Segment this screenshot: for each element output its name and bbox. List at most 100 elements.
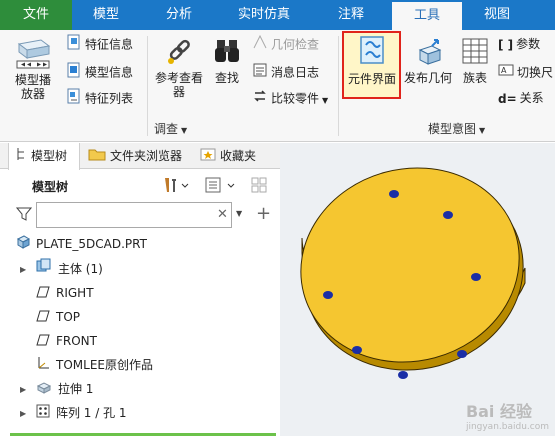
compare-parts-button[interactable]: 比较零件 ▼ xyxy=(252,88,328,108)
family-table-label: 族表 xyxy=(462,71,487,85)
tree-item-body[interactable]: ▶ 主体 (1) xyxy=(0,258,103,280)
model-info-button[interactable]: 模型信息 xyxy=(66,62,133,82)
model-tree-icon xyxy=(15,144,27,170)
chevron-down-icon: ▼ xyxy=(322,95,329,105)
model-info-label: 模型信息 xyxy=(85,65,134,80)
feature-list-button[interactable]: 特征列表 xyxy=(66,88,133,108)
ribbon: 模型播放器 特征信息 模型信息 特征列表 参考查看器 查找 几何检查 消息日志 … xyxy=(0,30,555,142)
tree-item-label: 主体 (1) xyxy=(57,262,103,276)
find-button[interactable]: 查找 xyxy=(208,36,246,85)
relations-label: 关系 xyxy=(519,91,544,105)
tree-item-label: 拉伸 1 xyxy=(57,382,94,396)
switch-dimensions-button[interactable]: A 切换尺 xyxy=(498,62,553,82)
tab-live-simulation[interactable]: 实时仿真 xyxy=(218,0,310,30)
part-model-3d[interactable] xyxy=(280,143,555,436)
body-icon xyxy=(36,258,52,281)
geometry-check-button[interactable]: 几何检查 xyxy=(252,34,319,54)
grid-filter-icon xyxy=(250,177,270,197)
component-interface-button[interactable]: 元件界面 xyxy=(344,35,400,86)
switch-dimensions-icon: A xyxy=(498,62,514,84)
relations-icon: d= xyxy=(498,91,517,106)
geometry-check-icon xyxy=(252,34,268,56)
svg-text:A: A xyxy=(501,66,507,75)
ribbon-tabbar: 文件 模型 分析 实时仿真 注释 工具 视图 xyxy=(0,0,555,30)
reference-viewer-button[interactable]: 参考查看器 xyxy=(150,36,208,99)
feature-info-button[interactable]: 特征信息 xyxy=(66,34,133,54)
model-player-label: 模型播放器 xyxy=(14,73,51,101)
model-intent-group-text: 模型意图 xyxy=(428,122,477,136)
expand-arrow-icon[interactable]: ▶ xyxy=(20,403,26,425)
message-log-icon xyxy=(252,62,268,84)
chain-link-icon xyxy=(168,39,190,64)
tab-tools[interactable]: 工具 xyxy=(392,2,462,30)
brackets-icon: [ ] xyxy=(498,37,514,52)
investigate-group-label[interactable]: 调查 ▼ xyxy=(154,120,187,137)
datum-plane-icon xyxy=(36,307,50,329)
list-view-icon xyxy=(204,177,238,197)
folder-icon xyxy=(88,144,106,170)
clear-search-icon[interactable]: ✕ xyxy=(217,207,228,222)
watermark-text: Bai 经验 xyxy=(465,402,532,421)
ribbon-separator xyxy=(338,36,339,136)
parameters-label: 参数 xyxy=(516,37,541,51)
compare-parts-label: 比较零件 xyxy=(271,91,320,106)
tree-item-plane-front[interactable]: FRONT xyxy=(0,330,97,352)
tree-item-root[interactable]: PLATE_5DCAD.PRT xyxy=(0,233,147,255)
tab-view[interactable]: 视图 xyxy=(462,0,532,30)
model-info-icon xyxy=(66,62,82,84)
chevron-down-icon[interactable]: ▼ xyxy=(236,209,242,218)
feature-list-icon xyxy=(66,88,82,110)
tree-view-button[interactable] xyxy=(204,176,238,197)
tree-settings-button[interactable] xyxy=(162,176,190,197)
binoculars-icon xyxy=(215,40,239,62)
tab-file[interactable]: 文件 xyxy=(0,0,72,30)
publish-geometry-icon xyxy=(418,39,442,65)
tab-folder-browser-label: 文件夹浏览器 xyxy=(110,149,183,163)
tab-favorites[interactable]: 收藏夹 xyxy=(200,143,256,169)
tree-item-plane-top[interactable]: TOP xyxy=(0,306,80,328)
model-tree-header: 模型树 xyxy=(32,180,69,194)
message-log-button[interactable]: 消息日志 xyxy=(252,62,319,82)
table-grid-icon xyxy=(462,38,488,64)
compare-parts-icon xyxy=(252,88,268,110)
tab-annotate[interactable]: 注释 xyxy=(310,0,392,30)
publish-geometry-button[interactable]: 发布几何 xyxy=(402,36,454,85)
graphics-viewport[interactable]: Bai 经验 jingyan.baidu.com xyxy=(280,143,555,436)
tree-item-plane-right[interactable]: RIGHT xyxy=(0,282,94,304)
tree-filter-disabled-button[interactable] xyxy=(250,176,270,197)
ribbon-separator xyxy=(147,36,148,136)
expand-arrow-icon[interactable]: ▶ xyxy=(20,379,26,401)
filter-icon[interactable] xyxy=(15,206,33,225)
reference-viewer-label: 参考查看器 xyxy=(154,71,203,99)
datum-plane-icon xyxy=(36,283,50,305)
tab-model-tree[interactable]: 模型树 xyxy=(8,143,80,170)
model-player-button[interactable]: 模型播放器 xyxy=(4,36,62,101)
tools-icon xyxy=(162,178,190,197)
tree-item-label: TOMLEE原创作品 xyxy=(56,358,153,372)
feature-info-icon xyxy=(66,34,82,56)
find-label: 查找 xyxy=(214,71,239,85)
add-icon[interactable]: + xyxy=(256,203,271,224)
tab-model[interactable]: 模型 xyxy=(72,0,140,30)
tab-analysis[interactable]: 分析 xyxy=(140,0,218,30)
tab-folder-browser[interactable]: 文件夹浏览器 xyxy=(88,143,182,169)
tree-item-csys[interactable]: TOMLEE原创作品 xyxy=(0,354,153,376)
model-tree-search-input[interactable] xyxy=(36,202,232,228)
expand-arrow-icon[interactable]: ▶ xyxy=(20,259,26,281)
parameters-button[interactable]: [ ] 参数 xyxy=(498,34,540,54)
investigate-group-text: 调查 xyxy=(154,122,179,136)
switch-dimensions-label: 切换尺 xyxy=(517,65,554,80)
part-icon xyxy=(16,234,31,256)
tree-item-pattern[interactable]: ▶ 阵列 1 / 孔 1 xyxy=(0,402,127,424)
tree-item-extrude[interactable]: ▶ 拉伸 1 xyxy=(0,378,93,400)
geometry-check-label: 几何检查 xyxy=(271,37,320,52)
component-interface-label: 元件界面 xyxy=(347,72,396,86)
relations-button[interactable]: d= 关系 xyxy=(498,88,544,108)
navigator-panel: 模型树 文件夹浏览器 收藏夹 模型树 ✕ ▼ + PLATE_5DCAD.PRT… xyxy=(0,143,280,436)
family-table-button[interactable]: 族表 xyxy=(456,36,494,85)
tree-item-label: 阵列 1 / 孔 1 xyxy=(55,406,127,420)
favorites-icon xyxy=(200,144,216,170)
model-player-icon xyxy=(16,39,51,69)
model-intent-group-label[interactable]: 模型意图 ▼ xyxy=(428,120,485,137)
publish-geometry-label: 发布几何 xyxy=(403,71,452,85)
